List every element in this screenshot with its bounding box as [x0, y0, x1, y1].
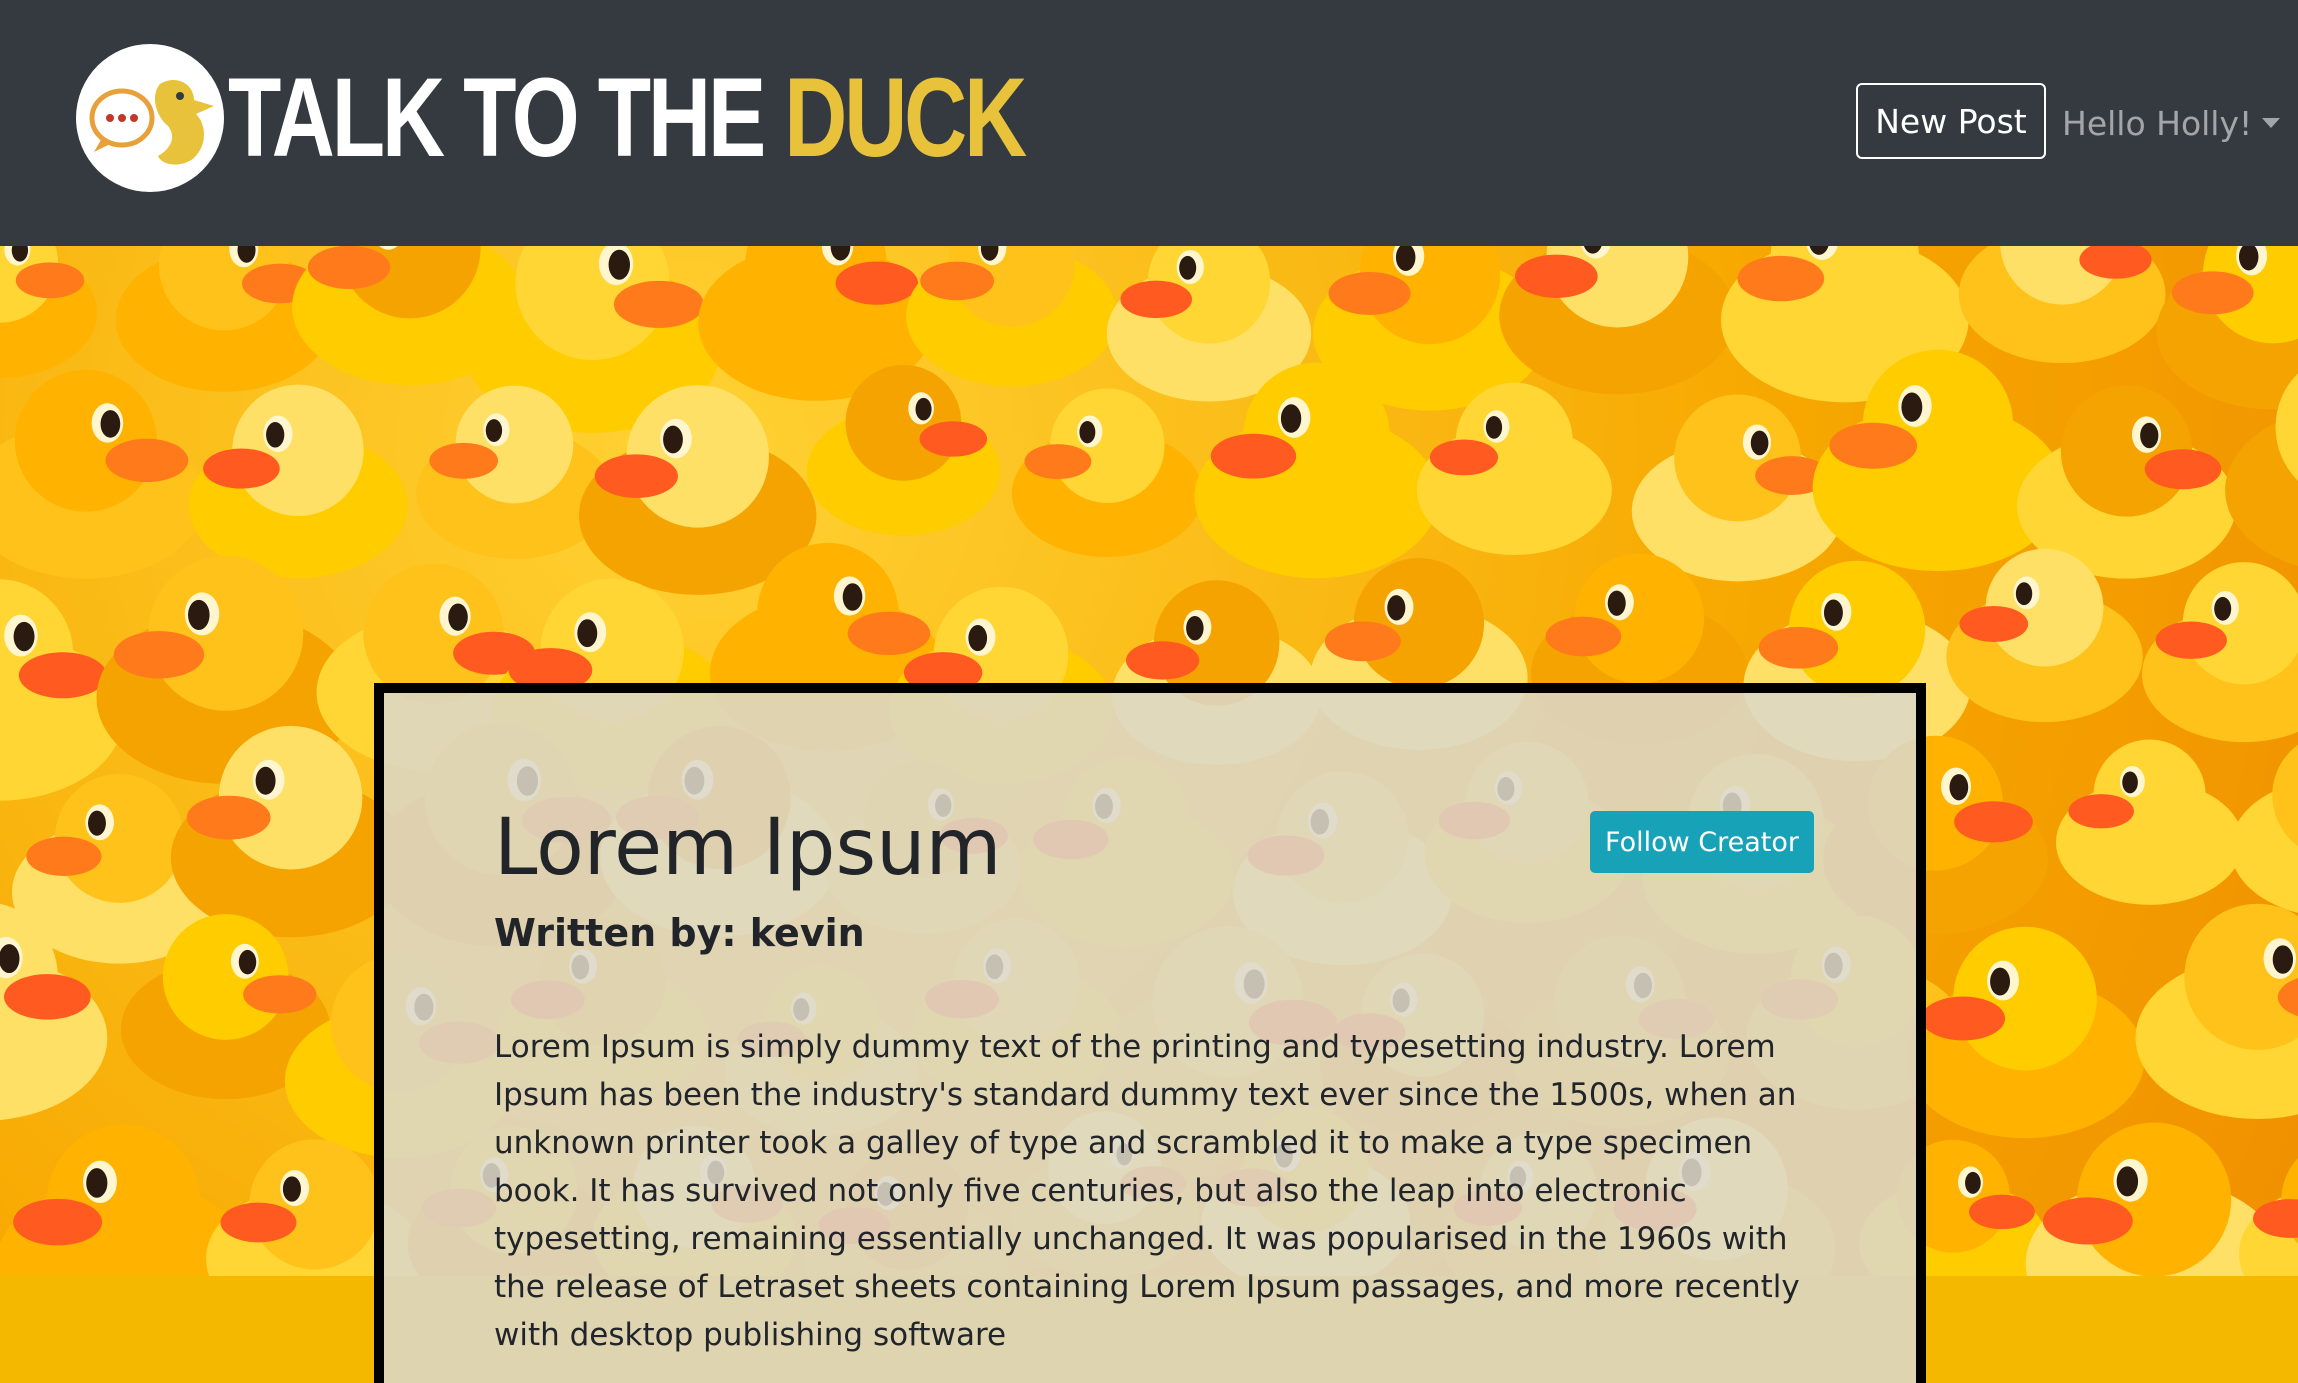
rubber-duck [0, 246, 98, 379]
duck-logo-icon [76, 44, 224, 192]
post-card: Lorem Ipsum Written by: kevin Follow Cre… [374, 683, 1926, 1383]
rubber-duck [1905, 926, 2145, 1139]
rubber-duck [2142, 562, 2298, 743]
post-body: Lorem Ipsum is simply dummy text of the … [494, 1029, 1800, 1353]
follow-creator-button[interactable]: Follow Creator [1590, 811, 1814, 873]
new-post-button[interactable]: New Post [1856, 83, 2046, 159]
rubber-duck [1499, 246, 1736, 395]
post-author: Written by: kevin [494, 911, 865, 955]
rubber-duck [1631, 394, 1844, 582]
rubber-duck [0, 369, 205, 579]
rubber-duck [906, 246, 1118, 387]
rubber-duck [188, 384, 408, 579]
navbar: TALK TO THE DUCK New Post Hello Holly! [0, 0, 2298, 246]
caret-down-icon [2262, 118, 2281, 128]
rubber-duck [2135, 903, 2298, 1120]
rubber-duck [2156, 246, 2298, 410]
brand-name-yellow: DUCK [784, 55, 1027, 180]
brand-name-white: TALK TO THE [228, 55, 785, 180]
rubber-duck [1958, 246, 2166, 364]
rubber-duck [2230, 744, 2298, 913]
user-greeting: Hello Holly! [2062, 103, 2253, 143]
user-dropdown[interactable]: Hello Holly! [2062, 100, 2281, 146]
brand-link[interactable]: TALK TO THE DUCK [76, 44, 1249, 192]
rubber-duck [1011, 388, 1203, 558]
rubber-duck [2055, 739, 2244, 905]
post-title: Lorem Ipsum [494, 803, 1002, 893]
brand-name: TALK TO THE DUCK [228, 62, 1027, 174]
